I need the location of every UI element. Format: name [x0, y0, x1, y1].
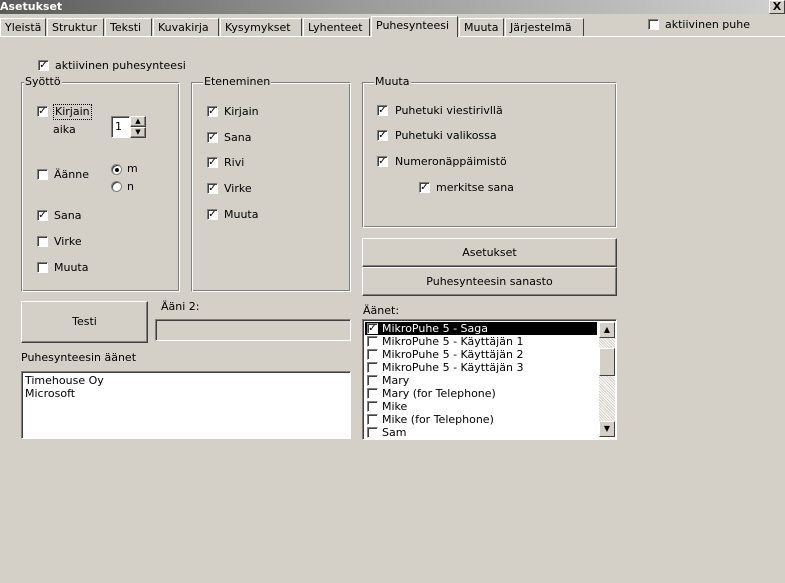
- puhesynteesin-aanet-list[interactable]: Timehouse Oy Microsoft: [21, 371, 351, 439]
- eteneminen-kirjain-checkbox[interactable]: ✓: [207, 106, 218, 117]
- virke-checkbox[interactable]: [37, 236, 48, 247]
- tab-puhesynteesi[interactable]: Puhesynteesi: [371, 16, 458, 37]
- tab-struktur[interactable]: Struktur: [47, 18, 104, 36]
- kirjain-checkbox[interactable]: ✓: [37, 106, 48, 117]
- list-item[interactable]: ✓ MikroPuhe 5 - Saga: [365, 322, 597, 335]
- aanet-scrollbar[interactable]: [599, 322, 615, 437]
- list-item-label: Sam: [382, 426, 407, 439]
- merkitse-sana-label: merkitse sana: [436, 181, 514, 194]
- aanne-checkbox[interactable]: [37, 169, 48, 180]
- list-item-label: Mary: [382, 374, 410, 387]
- aktiivinen-puhesynteesi-label: aktiivinen puhesynteesi: [55, 59, 186, 72]
- eteneminen-sana-label: Sana: [224, 131, 252, 144]
- testi-button[interactable]: Testi: [21, 301, 148, 343]
- numeronappaimisto-checkbox[interactable]: ✓: [377, 156, 388, 167]
- window-title: Asetukset: [0, 0, 63, 13]
- eteneminen-rivi-checkbox[interactable]: ✓: [207, 157, 218, 168]
- eteneminen-virke-label: Virke: [224, 182, 252, 195]
- list-item[interactable]: Timehouse Oy: [25, 374, 104, 387]
- merkitse-sana-checkbox[interactable]: ✓: [419, 182, 430, 193]
- sana-label: Sana: [54, 209, 82, 222]
- close-button[interactable]: X: [769, 0, 785, 14]
- tab-kysymykset[interactable]: Kysymykset: [220, 18, 302, 36]
- list-item[interactable]: MikroPuhe 5 - Käyttäjän 2: [365, 348, 597, 361]
- list-item-label: MikroPuhe 5 - Saga: [382, 322, 488, 335]
- radio-n[interactable]: [111, 181, 122, 192]
- eteneminen-sana-checkbox[interactable]: ✓: [207, 132, 218, 143]
- puhetuki-viestirivilla-label: Puhetuki viestirivllä: [395, 104, 503, 117]
- list-item[interactable]: Mike (for Telephone): [365, 413, 597, 426]
- puhesynteesin-sanasto-button[interactable]: Puhesynteesin sanasto: [362, 267, 617, 296]
- puhetuki-valikossa-checkbox[interactable]: ✓: [377, 130, 388, 141]
- list-item-label: Mike (for Telephone): [382, 413, 494, 426]
- spin-up-icon[interactable]: ▲: [130, 116, 146, 127]
- list-item-checkbox[interactable]: [367, 414, 378, 425]
- virke-label: Virke: [54, 235, 82, 248]
- puhetuki-viestirivilla-checkbox[interactable]: ✓: [377, 105, 388, 116]
- aanet-label: Äänet:: [363, 304, 400, 317]
- aanne-label: Äänne: [54, 168, 89, 181]
- tab-lyhenteet[interactable]: Lyhenteet: [303, 18, 370, 36]
- radio-n-label: n: [127, 180, 134, 193]
- tab-muuta[interactable]: Muuta: [459, 18, 504, 36]
- aanet-checklist[interactable]: ✓ MikroPuhe 5 - Saga MikroPuhe 5 - Käytt…: [362, 319, 617, 440]
- list-item[interactable]: Mary (for Telephone): [365, 387, 597, 400]
- list-item[interactable]: MikroPuhe 5 - Käyttäjän 3: [365, 361, 597, 374]
- list-item-checkbox[interactable]: ✓: [367, 323, 378, 334]
- eteneminen-rivi-label: Rivi: [224, 156, 245, 169]
- window-title-bar: Asetukset: [0, 0, 785, 14]
- list-item-label: MikroPuhe 5 - Käyttäjän 1: [382, 335, 524, 348]
- scroll-thumb[interactable]: [599, 348, 615, 376]
- list-item-label: Mary (for Telephone): [382, 387, 496, 400]
- aani2-label: Ääni 2:: [161, 300, 200, 313]
- radio-m[interactable]: [111, 164, 122, 175]
- list-item[interactable]: Mary: [365, 374, 597, 387]
- aktiivinen-puhesynteesi-checkbox[interactable]: ✓: [38, 60, 49, 71]
- muuta-group-title: Muuta: [374, 75, 411, 88]
- tab-teksti[interactable]: Teksti: [105, 18, 152, 36]
- list-item-checkbox[interactable]: [367, 427, 378, 438]
- list-item-checkbox[interactable]: [367, 349, 378, 360]
- numeronappaimisto-label: Numeronäppäimistö: [395, 155, 507, 168]
- list-item-checkbox[interactable]: [367, 388, 378, 399]
- eteneminen-kirjain-label: Kirjain: [224, 105, 259, 118]
- aika-spin-value[interactable]: 1: [111, 116, 130, 138]
- list-item-label: MikroPuhe 5 - Käyttäjän 3: [382, 361, 524, 374]
- tab-kuvakirja[interactable]: Kuvakirja: [153, 18, 219, 36]
- eteneminen-muuta-label: Muuta: [224, 208, 259, 221]
- scroll-up-icon[interactable]: ▲: [599, 322, 615, 338]
- list-item-label: MikroPuhe 5 - Käyttäjän 2: [382, 348, 524, 361]
- aktiivinen-puhe-checkbox[interactable]: [648, 19, 659, 30]
- spin-down-icon[interactable]: ▼: [130, 127, 146, 138]
- aika-label: aika: [53, 123, 76, 136]
- radio-m-label: m: [127, 162, 138, 175]
- list-item[interactable]: Sam: [365, 426, 597, 439]
- sana-checkbox[interactable]: ✓: [37, 210, 48, 221]
- list-item-checkbox[interactable]: [367, 336, 378, 347]
- list-item[interactable]: Mike: [365, 400, 597, 413]
- syotto-group-title: Syöttö: [24, 75, 62, 88]
- puhetuki-valikossa-label: Puhetuki valikossa: [395, 129, 497, 142]
- list-item[interactable]: MikroPuhe 5 - Käyttäjän 1: [365, 335, 597, 348]
- list-item-label: Mike: [382, 400, 408, 413]
- kirjain-label: Kirjain: [53, 104, 92, 120]
- asetukset-button[interactable]: Asetukset: [362, 238, 617, 267]
- muuta-checkbox[interactable]: [37, 262, 48, 273]
- list-item-checkbox[interactable]: [367, 401, 378, 412]
- puhesynteesin-aanet-label: Puhesynteesin äänet: [21, 351, 137, 364]
- tab-yleista[interactable]: Yleistä: [0, 18, 46, 36]
- list-item-checkbox[interactable]: [367, 375, 378, 386]
- aktiivinen-puhe-label: aktiivinen puhe: [665, 18, 751, 31]
- eteneminen-muuta-checkbox[interactable]: ✓: [207, 209, 218, 220]
- scroll-down-icon[interactable]: ▼: [599, 421, 615, 437]
- muuta-label: Muuta: [54, 261, 89, 274]
- aani2-field[interactable]: [155, 319, 351, 341]
- list-item[interactable]: Microsoft: [25, 387, 75, 400]
- tab-jarjestelma[interactable]: Järjestelmä: [505, 18, 584, 36]
- list-item-checkbox[interactable]: [367, 362, 378, 373]
- eteneminen-virke-checkbox[interactable]: ✓: [207, 183, 218, 194]
- eteneminen-group-title: Eteneminen: [203, 75, 272, 88]
